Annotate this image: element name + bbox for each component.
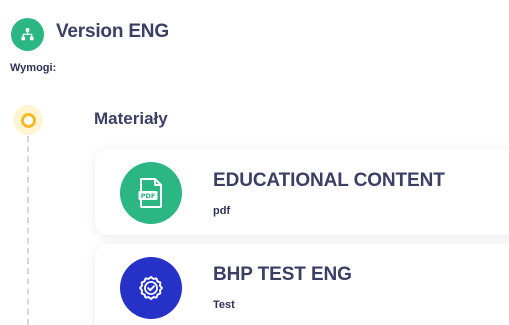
material-title: BHP TEST ENG	[213, 264, 352, 285]
material-type: pdf	[213, 205, 231, 217]
pdf-file-icon: PDF	[120, 162, 182, 224]
material-type: Test	[213, 299, 235, 311]
course-version-title: Version ENG	[56, 21, 169, 42]
requirements-label: Wymogi:	[10, 62, 57, 74]
svg-text:PDF: PDF	[141, 192, 156, 200]
timeline-dashed-line	[27, 136, 29, 325]
material-title: EDUCATIONAL CONTENT	[213, 170, 445, 191]
timeline-node-ring	[20, 112, 36, 128]
timeline-node	[13, 105, 43, 135]
badge-check-icon	[120, 257, 182, 319]
material-card-educational-content[interactable]: PDF EDUCATIONAL CONTENT pdf	[95, 149, 509, 235]
course-page: Version ENG Wymogi: Materiały PDF EDUCAT…	[0, 0, 509, 325]
section-title: Materiały	[94, 109, 168, 128]
material-card-bhp-test[interactable]: BHP TEST ENG Test	[95, 244, 509, 325]
sitemap-icon	[11, 18, 44, 51]
